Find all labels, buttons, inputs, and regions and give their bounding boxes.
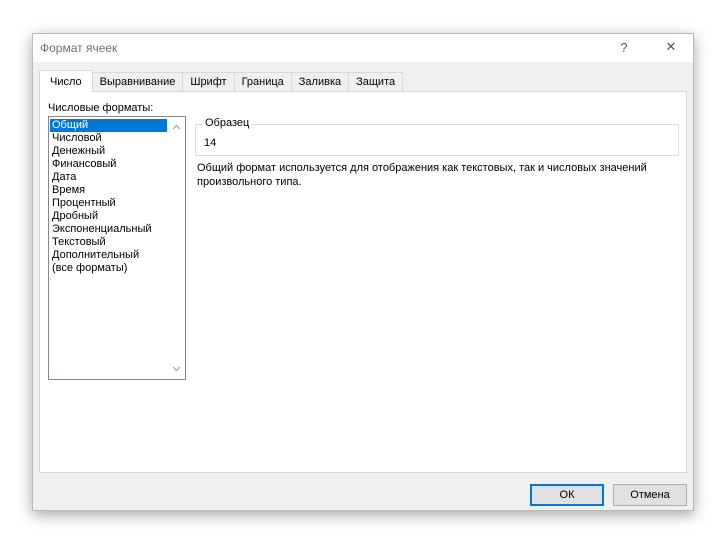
list-item-special[interactable]: Дополнительный xyxy=(50,249,167,262)
number-formats-list[interactable]: Общий Числовой Денежный Финансовый Дата … xyxy=(48,116,186,380)
list-item-custom[interactable]: (все форматы) xyxy=(50,262,167,275)
sample-value: 14 xyxy=(204,137,217,149)
list-scrollbar[interactable] xyxy=(168,117,185,379)
list-item-general[interactable]: Общий xyxy=(50,119,167,132)
close-button[interactable]: ✕ xyxy=(658,36,684,58)
list-item-currency[interactable]: Денежный xyxy=(50,145,167,158)
list-items: Общий Числовой Денежный Финансовый Дата … xyxy=(50,119,167,275)
tab-number[interactable]: Число xyxy=(39,70,93,92)
help-icon: ? xyxy=(620,39,628,55)
chevron-up-icon[interactable] xyxy=(168,120,185,134)
sample-group xyxy=(195,124,679,156)
list-item-time[interactable]: Время xyxy=(50,184,167,197)
close-icon: ✕ xyxy=(665,39,677,54)
tab-protection[interactable]: Защита xyxy=(348,72,404,91)
dialog-title: Формат ячеек xyxy=(40,41,118,55)
ok-button[interactable]: ОК xyxy=(530,484,604,506)
tab-font[interactable]: Шрифт xyxy=(182,72,235,91)
list-item-text[interactable]: Текстовый xyxy=(50,236,167,249)
list-item-date[interactable]: Дата xyxy=(50,171,167,184)
list-item-percentage[interactable]: Процентный xyxy=(50,197,167,210)
tab-alignment[interactable]: Выравнивание xyxy=(91,72,184,91)
tab-fill[interactable]: Заливка xyxy=(290,72,350,91)
tab-border[interactable]: Граница xyxy=(233,72,292,91)
title-bar: Формат ячеек ? ✕ xyxy=(33,34,693,62)
cancel-button[interactable]: Отмена xyxy=(613,484,687,506)
sample-label: Образец xyxy=(202,117,253,129)
format-cells-dialog: Формат ячеек ? ✕ Число Выравнивание Шриф… xyxy=(32,33,694,511)
tab-strip: Число Выравнивание Шрифт Граница Заливка… xyxy=(39,70,404,92)
format-description: Общий формат используется для отображени… xyxy=(197,162,647,188)
list-item-accounting[interactable]: Финансовый xyxy=(50,158,167,171)
number-formats-label: Числовые форматы: xyxy=(48,102,154,114)
chevron-down-icon[interactable] xyxy=(168,362,185,376)
list-item-fraction[interactable]: Дробный xyxy=(50,210,167,223)
help-button[interactable]: ? xyxy=(611,36,637,58)
list-item-scientific[interactable]: Экспоненциальный xyxy=(50,223,167,236)
tab-panel-number: Числовые форматы: Общий Числовой Денежны… xyxy=(39,91,687,473)
list-item-number[interactable]: Числовой xyxy=(50,132,167,145)
